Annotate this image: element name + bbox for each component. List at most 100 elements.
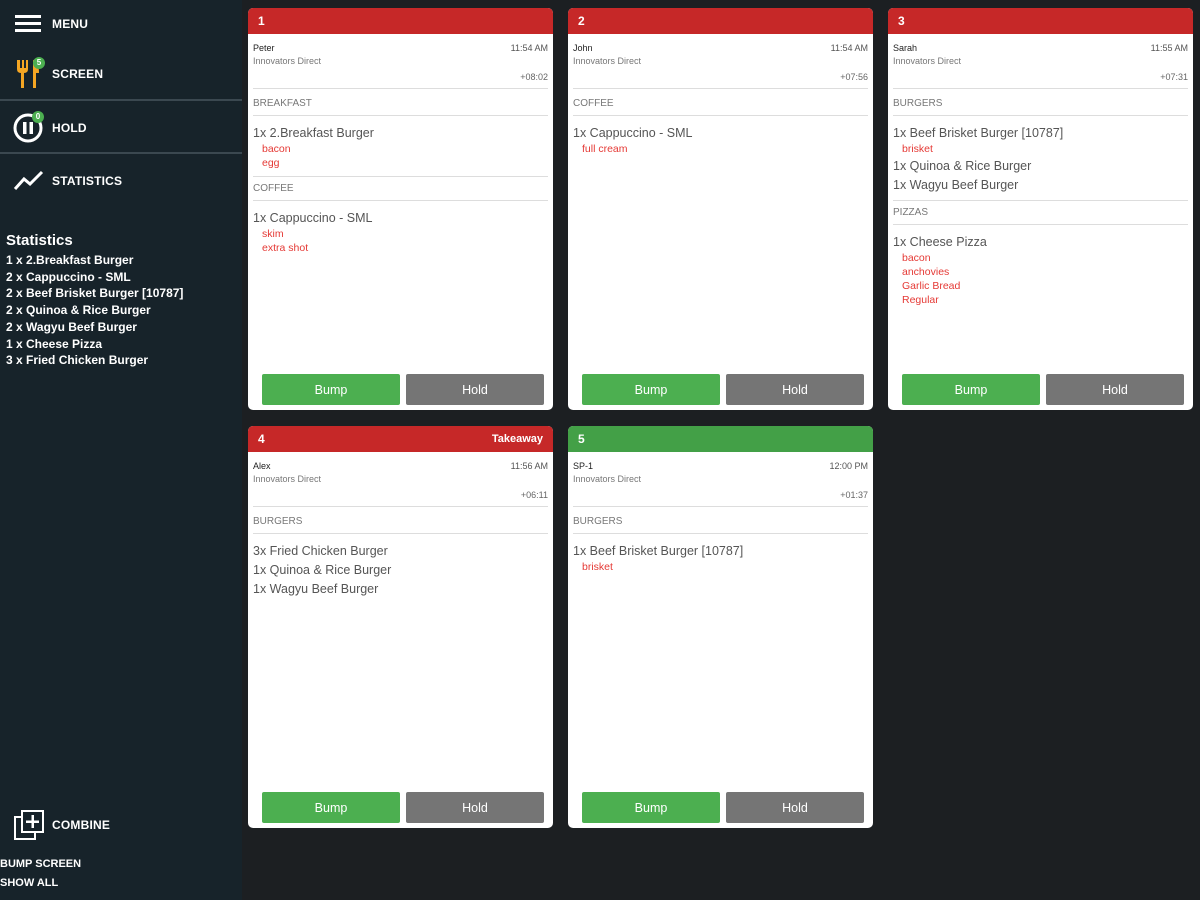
stats-title: Statistics (6, 232, 73, 249)
order-item: 1x Wagyu Beef Burger (253, 582, 379, 596)
ticket-number: 2 (578, 14, 585, 28)
section-title: PIZZAS (893, 207, 1188, 225)
order-ticket: 2 John 11:54 AM Innovators Direct +07:56… (568, 8, 873, 410)
stats-item: 1 x 2.Breakfast Burger (6, 253, 134, 267)
section-title: COFFEE (573, 98, 868, 116)
order-time: 12:00 PM (829, 461, 868, 471)
order-item: 1x Cappuccino - SML (253, 211, 373, 225)
elapsed-time: +07:31 (893, 72, 1188, 89)
order-source: Innovators Direct (573, 474, 642, 484)
item-modifier: bacon (902, 252, 931, 264)
screen-nav-button[interactable]: 5 SCREEN (0, 50, 242, 100)
ticket-header: 3 (888, 8, 1193, 34)
order-ticket: 3 Sarah 11:55 AM Innovators Direct +07:3… (888, 8, 1193, 410)
customer-name: Alex (253, 461, 271, 471)
order-ticket: 1 Peter 11:54 AM Innovators Direct +08:0… (248, 8, 553, 410)
hold-button[interactable]: Hold (726, 374, 864, 405)
sidebar-divider (0, 152, 242, 154)
elapsed-time: +01:37 (573, 490, 868, 507)
ticket-header: 5 (568, 426, 873, 452)
item-modifier: anchovies (902, 266, 950, 278)
order-source: Innovators Direct (253, 56, 322, 66)
sidebar: MENU 5 SCREEN 0 HOLD STATISTICS Statisti… (0, 0, 242, 900)
order-item: 3x Fried Chicken Burger (253, 544, 388, 558)
hamburger-menu-icon (15, 15, 41, 32)
menu-label: MENU (52, 17, 89, 31)
menu-button[interactable]: MENU (0, 0, 242, 50)
bump-button[interactable]: Bump (262, 374, 400, 405)
order-item: 1x Beef Brisket Burger [10787] (893, 126, 1064, 140)
ticket-header: 1 (248, 8, 553, 34)
order-item: 1x Cheese Pizza (893, 235, 987, 249)
elapsed-time: +06:11 (253, 490, 548, 507)
order-source: Innovators Direct (893, 56, 962, 66)
ticket-number: 5 (578, 432, 585, 446)
screen-count-badge: 5 (33, 57, 45, 69)
ticket-number: 4 (258, 432, 265, 446)
ticket-number: 3 (898, 14, 905, 28)
order-ticket: 5 SP-1 12:00 PM Innovators Direct +01:37… (568, 426, 873, 828)
item-modifier: full cream (582, 143, 628, 155)
order-time: 11:56 AM (510, 461, 548, 471)
item-modifier: extra shot (262, 242, 309, 254)
bump-button[interactable]: Bump (582, 792, 720, 823)
customer-name: Peter (253, 43, 275, 53)
order-time: 11:55 AM (1150, 43, 1188, 53)
bump-button[interactable]: Bump (262, 792, 400, 823)
screen-label: SCREEN (52, 67, 104, 81)
order-item: 1x Quinoa & Rice Burger (893, 159, 1032, 173)
order-item: 1x Cappuccino - SML (573, 126, 693, 140)
item-modifier: egg (262, 157, 280, 169)
hold-label: HOLD (52, 121, 87, 135)
order-source: Innovators Direct (573, 56, 642, 66)
add-square-icon (14, 810, 44, 840)
show-all-link[interactable]: SHOW ALL (0, 877, 58, 889)
order-time: 11:54 AM (510, 43, 548, 53)
stats-item: 2 x Cappuccino - SML (6, 269, 131, 284)
section-title: BREAKFAST (253, 98, 548, 116)
ticket-header: 2 (568, 8, 873, 34)
hold-nav-button[interactable]: 0 HOLD (0, 103, 242, 153)
hold-button[interactable]: Hold (1046, 374, 1184, 405)
sidebar-divider (0, 99, 242, 101)
hold-button[interactable]: Hold (726, 792, 864, 823)
bump-screen-link[interactable]: BUMP SCREEN (0, 858, 81, 870)
customer-name: John (573, 43, 593, 53)
order-item: 1x Quinoa & Rice Burger (253, 563, 392, 577)
hold-button[interactable]: Hold (406, 374, 544, 405)
hold-button[interactable]: Hold (406, 792, 544, 823)
stats-item: 1 x Cheese Pizza (6, 336, 103, 351)
combine-label: COMBINE (52, 818, 111, 832)
stats-item: 2 x Beef Brisket Burger [10787] (6, 286, 184, 301)
order-ticket: 4 Takeaway Alex 11:56 AM Innovators Dire… (248, 426, 553, 828)
customer-name: SP-1 (573, 461, 594, 471)
ticket-number: 1 (258, 14, 265, 28)
elapsed-time: +08:02 (253, 72, 548, 89)
statistics-nav-button[interactable]: STATISTICS (0, 156, 242, 206)
order-item: 1x Wagyu Beef Burger (893, 178, 1019, 192)
statistics-label: STATISTICS (52, 174, 123, 188)
elapsed-time: +07:56 (573, 72, 868, 89)
stats-list: 1 x 2.Breakfast Burger 2 x Cappuccino - … (6, 252, 183, 369)
stats-item: 3 x Fried Chicken Burger (6, 353, 149, 368)
stats-item: 2 x Quinoa & Rice Burger (6, 303, 151, 318)
item-modifier: brisket (902, 143, 933, 155)
order-item: 1x Beef Brisket Burger [10787] (573, 544, 744, 558)
item-modifier: brisket (582, 561, 613, 573)
order-source: Innovators Direct (253, 474, 322, 484)
customer-name: Sarah (893, 43, 918, 53)
bump-button[interactable]: Bump (582, 374, 720, 405)
item-modifier: skim (262, 228, 284, 240)
stats-item: 2 x Wagyu Beef Burger (6, 319, 137, 334)
section-title: BURGERS (573, 516, 868, 534)
combine-button[interactable]: COMBINE (0, 800, 242, 850)
item-modifier: bacon (262, 143, 291, 155)
trend-line-icon (13, 170, 44, 191)
hold-count-badge: 0 (32, 111, 44, 123)
bump-button[interactable]: Bump (902, 374, 1040, 405)
section-title: BURGERS (893, 98, 1188, 116)
takeaway-tag: Takeaway (491, 433, 543, 445)
order-time: 11:54 AM (830, 43, 868, 53)
item-modifier: Garlic Bread (902, 280, 961, 292)
ticket-header: 4 Takeaway (248, 426, 553, 452)
